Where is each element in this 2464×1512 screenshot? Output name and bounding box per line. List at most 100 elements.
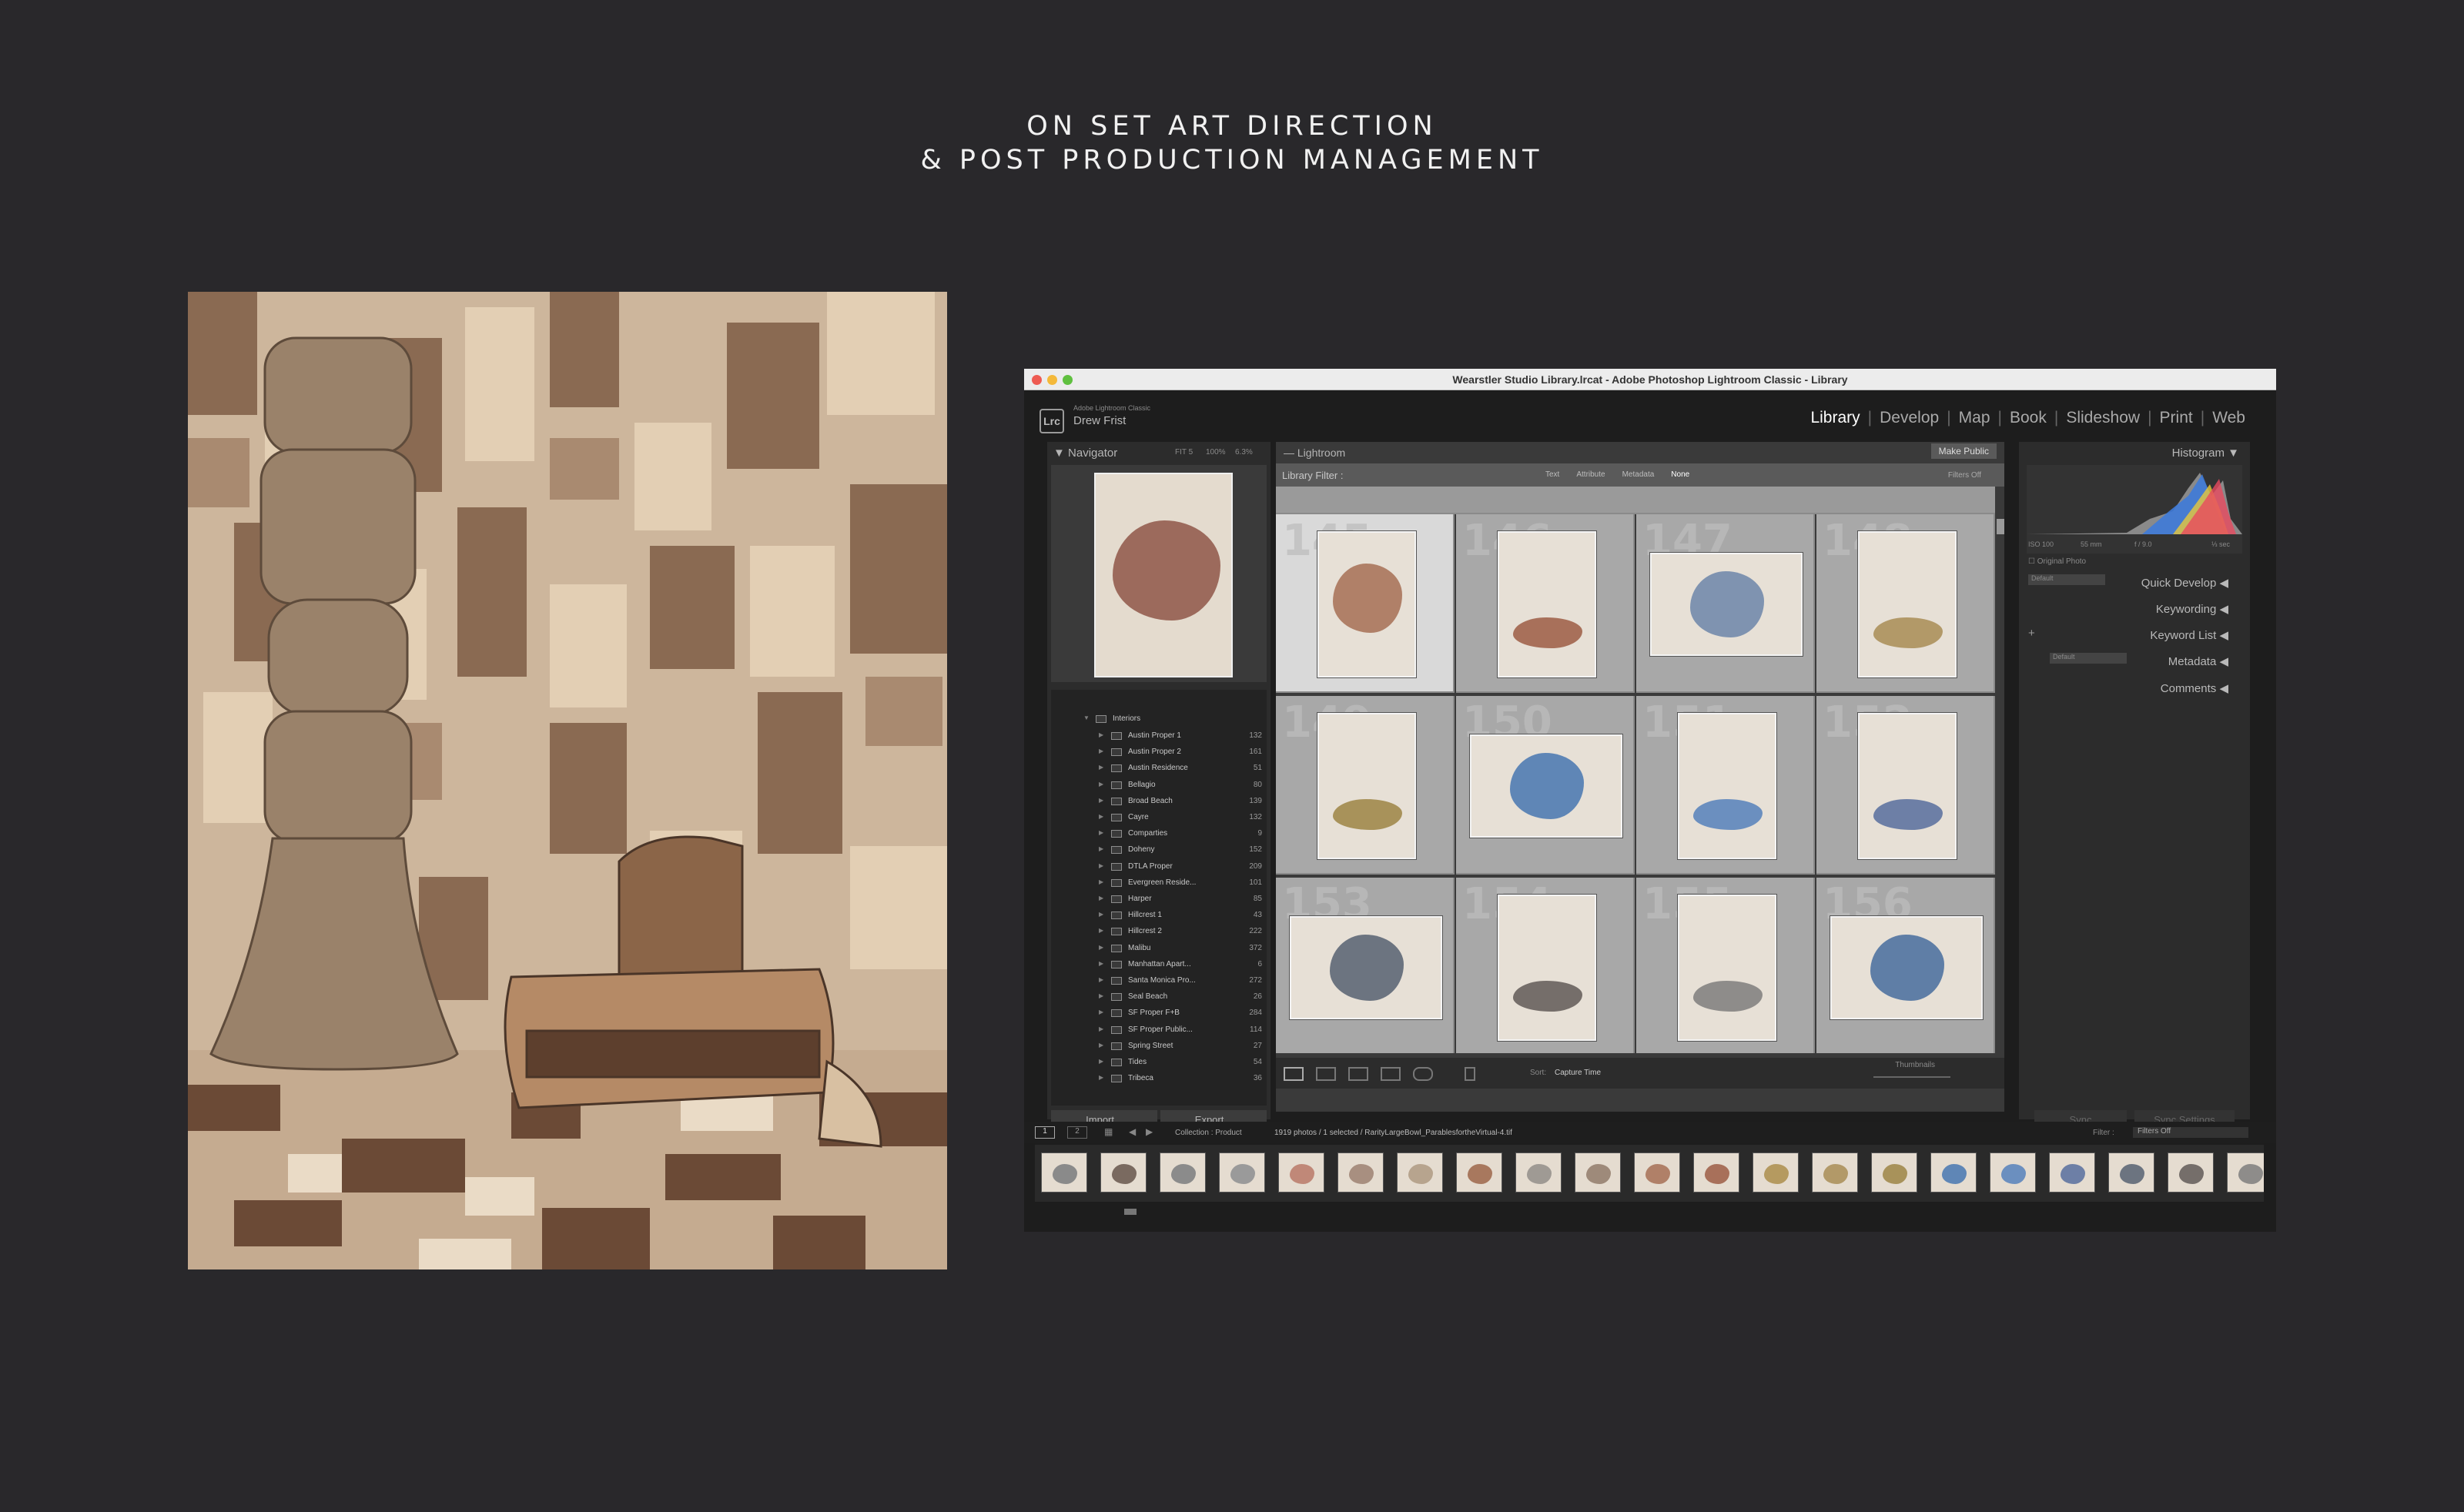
collection-item[interactable]: ▶ Comparties 9: [1051, 826, 1267, 842]
filmstrip-thumbnail[interactable]: [1575, 1152, 1621, 1193]
expand-triangle-icon[interactable]: ▶: [1099, 764, 1103, 771]
filmstrip-thumbnail[interactable]: [2168, 1152, 2214, 1193]
preset-select[interactable]: Default: [2028, 574, 2105, 585]
collection-item[interactable]: ▶ Seal Beach 26: [1051, 989, 1267, 1005]
navigator-header[interactable]: ▼ Navigator: [1053, 447, 1117, 460]
quick-develop-header[interactable]: Quick Develop ◀: [2141, 576, 2228, 590]
sort-value[interactable]: Capture Time: [1555, 1069, 1601, 1077]
filmstrip-filter-select[interactable]: Filters Off: [2133, 1127, 2248, 1138]
photo-thumbnail[interactable]: [1498, 895, 1596, 1041]
make-public-button[interactable]: Make Public: [1930, 443, 1997, 459]
original-photo-checkbox[interactable]: ☐ Original Photo: [2028, 557, 2086, 566]
filter-tab-metadata[interactable]: Metadata: [1622, 470, 1655, 479]
filmstrip-thumbnail[interactable]: [1871, 1152, 1917, 1193]
photo-thumbnail[interactable]: [1650, 553, 1803, 656]
expand-triangle-icon[interactable]: ▶: [1099, 1009, 1103, 1015]
collection-item[interactable]: ▶ Broad Beach 139: [1051, 794, 1267, 810]
grid-view-icon[interactable]: [1284, 1067, 1304, 1081]
expand-triangle-icon[interactable]: ▶: [1099, 1074, 1103, 1081]
view-2-button[interactable]: 2: [1067, 1126, 1087, 1139]
collection-item[interactable]: ▶ Spring Street 27: [1051, 1039, 1267, 1055]
collection-item[interactable]: ▶ Austin Proper 2 161: [1051, 744, 1267, 761]
expand-triangle-icon[interactable]: ▶: [1099, 895, 1103, 902]
grid-cell[interactable]: 155: [1636, 878, 1815, 1053]
collection-item[interactable]: ▶ Harper 85: [1051, 891, 1267, 908]
grid-cell[interactable]: 153: [1276, 878, 1455, 1053]
histogram-header[interactable]: Histogram ▼: [2172, 447, 2239, 460]
expand-triangle-icon[interactable]: ▶: [1099, 797, 1103, 804]
filmstrip-scrollbar[interactable]: [1124, 1209, 1137, 1215]
photo-thumbnail[interactable]: [1830, 916, 1983, 1019]
expand-triangle-icon[interactable]: ▶: [1099, 1025, 1103, 1032]
collection-item[interactable]: ▶ SF Proper Public... 114: [1051, 1022, 1267, 1039]
filmstrip-source[interactable]: Collection : Product: [1175, 1129, 1242, 1137]
photo-thumbnail[interactable]: [1858, 713, 1957, 859]
filmstrip-thumbnail[interactable]: [1219, 1152, 1265, 1193]
collection-item[interactable]: ▶ Hillcrest 2 222: [1051, 924, 1267, 940]
grid-scrollbar[interactable]: [1997, 519, 2004, 534]
filters-off-label[interactable]: Filters Off: [1948, 471, 1981, 480]
expand-triangle-icon[interactable]: ▶: [1099, 992, 1103, 999]
metadata-preset-select[interactable]: Default: [2050, 653, 2127, 664]
navigator-zoom-fit[interactable]: FIT 5: [1175, 448, 1193, 457]
photo-thumbnail[interactable]: [1678, 713, 1776, 859]
collection-item[interactable]: ▶ Bellagio 80: [1051, 778, 1267, 794]
add-keyword-icon[interactable]: +: [2028, 627, 2035, 640]
collection-item[interactable]: ▶ Tides 54: [1051, 1055, 1267, 1071]
filter-tab-attribute[interactable]: Attribute: [1576, 470, 1605, 479]
module-library[interactable]: Library: [1810, 409, 1860, 427]
filter-tab-text[interactable]: Text: [1545, 470, 1559, 479]
navigator-zoom-100[interactable]: 100%: [1206, 448, 1226, 457]
grid-cell[interactable]: 151: [1636, 696, 1815, 875]
filmstrip-thumbnail[interactable]: [1160, 1152, 1206, 1193]
collection-item[interactable]: ▶ Malibu 372: [1051, 941, 1267, 957]
grid-cell[interactable]: 147: [1636, 514, 1815, 693]
collection-set-interiors[interactable]: ▼ Interiors: [1051, 711, 1267, 728]
collection-item[interactable]: ▶ Santa Monica Pro... 272: [1051, 973, 1267, 989]
module-book[interactable]: Book: [2010, 409, 2047, 427]
module-develop[interactable]: Develop: [1880, 409, 1939, 427]
metadata-header[interactable]: Metadata ◀: [2168, 654, 2228, 668]
filmstrip-thumbnail[interactable]: [1930, 1152, 1977, 1193]
comments-header[interactable]: Comments ◀: [2161, 681, 2228, 695]
filmstrip-thumbnail[interactable]: [1100, 1152, 1147, 1193]
expand-triangle-icon[interactable]: ▶: [1099, 845, 1103, 852]
expand-triangle-icon[interactable]: ▶: [1099, 829, 1103, 836]
expand-triangle-icon[interactable]: ▶: [1099, 878, 1103, 885]
collection-item[interactable]: ▶ Evergreen Reside... 101: [1051, 875, 1267, 891]
filmstrip-thumbnail[interactable]: [2049, 1152, 2095, 1193]
grid-cell[interactable]: 148: [1816, 514, 1995, 693]
filmstrip-thumbnail[interactable]: [1515, 1152, 1562, 1193]
photo-thumbnail[interactable]: [1498, 531, 1596, 677]
view-1-button[interactable]: 1: [1035, 1126, 1055, 1139]
thumbnail-size-slider[interactable]: [1873, 1076, 1950, 1078]
photo-thumbnail[interactable]: [1470, 734, 1622, 838]
keywording-header[interactable]: Keywording ◀: [2156, 602, 2228, 616]
filmstrip-thumbnail[interactable]: [1337, 1152, 1384, 1193]
navigator-preview[interactable]: [1051, 465, 1267, 682]
filmstrip-thumbnail[interactable]: [2227, 1152, 2264, 1193]
collection-item[interactable]: ▶ Hillcrest 1 43: [1051, 908, 1267, 924]
module-web[interactable]: Web: [2212, 409, 2245, 427]
expand-triangle-icon[interactable]: ▶: [1099, 813, 1103, 820]
filmstrip-thumbnail[interactable]: [1753, 1152, 1799, 1193]
people-view-icon[interactable]: [1413, 1067, 1433, 1081]
navigator-zoom-ratio[interactable]: 6.3%: [1235, 448, 1253, 457]
compare-view-icon[interactable]: [1348, 1067, 1368, 1081]
expand-triangle-icon[interactable]: ▶: [1099, 927, 1103, 934]
collection-item[interactable]: ▶ Cayre 132: [1051, 810, 1267, 826]
expand-triangle-icon[interactable]: ▶: [1099, 731, 1103, 738]
collection-item[interactable]: ▶ DTLA Proper 209: [1051, 859, 1267, 875]
back-arrow-icon[interactable]: ◀: [1129, 1126, 1136, 1137]
module-map[interactable]: Map: [1959, 409, 1990, 427]
grid-cell[interactable]: 146: [1456, 514, 1635, 693]
expand-triangle-icon[interactable]: ▶: [1099, 781, 1103, 788]
expand-triangle-icon[interactable]: ▶: [1099, 960, 1103, 967]
grid-cell[interactable]: 154: [1456, 878, 1635, 1053]
photo-thumbnail[interactable]: [1290, 916, 1442, 1019]
expand-triangle-icon[interactable]: ▶: [1099, 1058, 1103, 1065]
filmstrip-thumbnail[interactable]: [1397, 1152, 1443, 1193]
collection-item[interactable]: ▶ Manhattan Apart... 6: [1051, 957, 1267, 973]
expand-triangle-icon[interactable]: ▶: [1099, 1042, 1103, 1049]
expand-triangle-icon[interactable]: ▶: [1099, 862, 1103, 869]
